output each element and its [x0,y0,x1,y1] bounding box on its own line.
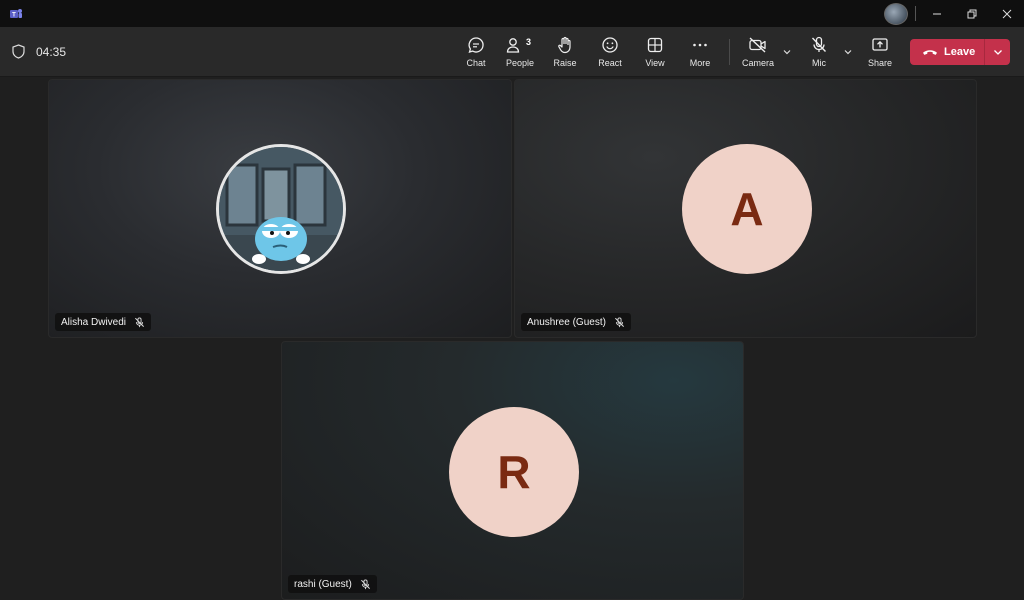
raise-label: Raise [553,58,577,68]
chat-icon [468,37,484,53]
raise-hand-icon [558,36,571,54]
share-button[interactable]: Share [859,35,901,71]
react-icon [602,37,618,53]
participant-name: Alisha Dwivedi [61,316,127,328]
more-button[interactable]: More [679,35,721,71]
chat-label: Chat [466,58,486,68]
leave-button[interactable]: Leave [910,39,984,65]
chevron-down-icon [993,50,1002,55]
svg-text:T: T [12,12,16,18]
meeting-toolbar: 04:35 Chat 3 People Raise React View Mor… [0,27,1024,77]
meeting-window: T 04:35 Chat 3 People Raise React View M… [0,0,1024,600]
people-count: 3 [526,37,532,47]
people-icon [506,38,520,53]
cartoon-avatar-image [219,147,343,271]
minimize-button[interactable] [920,0,954,27]
camera-label: Camera [741,58,774,68]
toolbar-divider [729,39,730,65]
view-button[interactable]: View [634,35,676,71]
raise-hand-button[interactable]: Raise [544,35,586,71]
share-icon [872,38,888,51]
camera-off-icon [749,37,766,53]
participant-name: rashi (Guest) [294,578,352,590]
participant-tile[interactable]: A Anushree (Guest) [514,79,977,338]
participant-avatar-initial: R [449,407,579,537]
participant-nameplate: Anushree (Guest) [521,313,631,331]
view-icon [647,37,663,53]
shield-icon [12,44,25,59]
more-icon [693,43,707,47]
meeting-timer: 04:35 [36,45,67,59]
people-label: People [505,58,535,68]
participant-nameplate: rashi (Guest) [288,575,377,593]
title-bar: T [0,0,1024,27]
chevron-down-icon [783,50,791,55]
more-label: More [689,58,711,68]
leave-options-button[interactable] [985,39,1010,65]
participant-avatar-photo [216,144,346,274]
mic-button[interactable]: Mic [798,35,840,71]
participant-tile[interactable]: Alisha Dwivedi [48,79,512,338]
react-label: React [598,58,622,68]
chevron-down-icon [844,50,852,55]
view-label: View [645,58,665,68]
mic-label: Mic [812,58,826,68]
restore-icon [967,9,977,18]
leave-label: Leave [944,46,976,58]
chat-button[interactable]: Chat [455,35,497,71]
share-label: Share [867,58,893,68]
close-icon [1002,9,1012,18]
participant-name: Anushree (Guest) [527,316,606,328]
restore-button[interactable] [955,0,989,27]
mic-options-button[interactable] [841,45,855,59]
teams-logo-icon: T [10,9,22,18]
mic-off-icon [360,578,370,589]
camera-options-button[interactable] [780,45,794,59]
phone-hangup-icon [923,50,937,55]
camera-button[interactable]: Camera [737,35,779,71]
account-avatar[interactable] [884,3,908,25]
participant-avatar-initial: A [682,144,812,274]
mic-off-icon [614,316,624,327]
titlebar-divider [915,6,916,21]
participant-nameplate: Alisha Dwivedi [55,313,152,331]
leave-button-group: Leave [910,39,1010,65]
minimize-icon [933,13,941,14]
mic-off-icon [811,36,827,52]
close-button[interactable] [990,0,1024,27]
mic-off-icon [135,316,145,327]
people-button[interactable]: 3 People [499,35,541,71]
react-button[interactable]: React [589,35,631,71]
participant-tile[interactable]: R rashi (Guest) [281,341,744,600]
